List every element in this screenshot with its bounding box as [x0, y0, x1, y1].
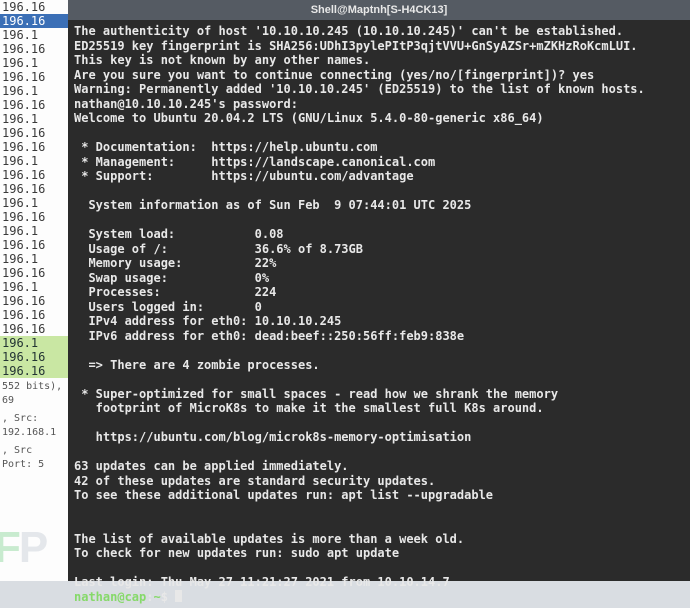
packet-row[interactable]: 196.16 — [0, 168, 68, 182]
terminal-line: Memory usage: 22% — [74, 256, 684, 271]
packet-row[interactable]: 196.1 — [0, 28, 68, 42]
prompt-line[interactable]: nathan@cap:~$ — [74, 590, 684, 605]
packet-row[interactable]: 196.16 — [0, 140, 68, 154]
packet-detail-line: , Src Port: 5 — [0, 442, 68, 474]
packet-row[interactable]: 196.1 — [0, 112, 68, 126]
packet-detail-line: 552 bits), 69 — [0, 378, 68, 410]
terminal-line: System information as of Sun Feb 9 07:44… — [74, 198, 684, 213]
packet-row[interactable]: 196.1 — [0, 224, 68, 238]
terminal-line: The authenticity of host '10.10.10.245 (… — [74, 24, 684, 39]
terminal-line: * Management: https://landscape.canonica… — [74, 155, 684, 170]
packet-row[interactable]: 196.16 — [0, 364, 68, 378]
terminal-line: Processes: 224 — [74, 285, 684, 300]
terminal-line: * Documentation: https://help.ubuntu.com — [74, 140, 684, 155]
packet-row[interactable]: 196.1 — [0, 196, 68, 210]
terminal-line: ED25519 key fingerprint is SHA256:UDhI3p… — [74, 39, 684, 54]
terminal-line: Are you sure you want to continue connec… — [74, 68, 684, 83]
prompt-user-host: nathan@cap — [74, 590, 146, 604]
terminal-line: nathan@10.10.10.245's password: — [74, 97, 684, 112]
terminal-body[interactable]: The authenticity of host '10.10.10.245 (… — [68, 20, 690, 608]
terminal-line: footprint of MicroK8s to make it the sma… — [74, 401, 684, 416]
terminal-line: To see these additional updates run: apt… — [74, 488, 684, 503]
packet-row[interactable]: 196.16 — [0, 210, 68, 224]
packet-row[interactable]: 196.1 — [0, 336, 68, 350]
terminal-line — [74, 213, 684, 228]
packet-row[interactable]: 196.16 — [0, 238, 68, 252]
terminal-line: Warning: Permanently added '10.10.10.245… — [74, 82, 684, 97]
terminal-line: Welcome to Ubuntu 20.04.2 LTS (GNU/Linux… — [74, 111, 684, 126]
packet-row[interactable]: 196.16 — [0, 14, 68, 28]
terminal-line: https://ubuntu.com/blog/microk8s-memory-… — [74, 430, 684, 445]
terminal-line: Swap usage: 0% — [74, 271, 684, 286]
terminal-line — [74, 517, 684, 532]
terminal-line: The list of available updates is more th… — [74, 532, 684, 547]
packet-row[interactable]: 196.1 — [0, 56, 68, 70]
terminal-window: Shell@Maptnh[S-H4CK13] The authenticity … — [68, 0, 690, 581]
packet-row[interactable]: 196.1 — [0, 252, 68, 266]
terminal-line: Users logged in: 0 — [74, 300, 684, 315]
packet-row[interactable]: 196.1 — [0, 154, 68, 168]
terminal-line: 63 updates can be applied immediately. — [74, 459, 684, 474]
terminal-line: Usage of /: 36.6% of 8.73GB — [74, 242, 684, 257]
packet-row[interactable]: 196.16 — [0, 266, 68, 280]
packet-row[interactable]: 196.16 — [0, 322, 68, 336]
terminal-line: System load: 0.08 — [74, 227, 684, 242]
prompt-path: ~ — [153, 590, 160, 604]
terminal-line: To check for new updates run: sudo apt u… — [74, 546, 684, 561]
terminal-line — [74, 561, 684, 576]
packet-row[interactable]: 196.16 — [0, 98, 68, 112]
terminal-line: This key is not known by any other names… — [74, 53, 684, 68]
packet-row[interactable]: 196.1 — [0, 84, 68, 98]
terminal-line — [74, 503, 684, 518]
terminal-line — [74, 343, 684, 358]
terminal-line: => There are 4 zombie processes. — [74, 358, 684, 373]
packet-row[interactable]: 196.16 — [0, 182, 68, 196]
terminal-line — [74, 416, 684, 431]
terminal-line: 42 of these updates are standard securit… — [74, 474, 684, 489]
terminal-line — [74, 445, 684, 460]
cursor — [175, 590, 182, 602]
packet-row[interactable]: 196.16 — [0, 70, 68, 84]
terminal-line — [74, 126, 684, 141]
terminal-line: * Super-optimized for small spaces - rea… — [74, 387, 684, 402]
packet-row[interactable]: 196.1 — [0, 280, 68, 294]
packet-row[interactable]: 196.16 — [0, 126, 68, 140]
terminal-line: IPv6 address for eth0: dead:beef::250:56… — [74, 329, 684, 344]
packet-row[interactable]: 196.16 — [0, 0, 68, 14]
terminal-line: * Support: https://ubuntu.com/advantage — [74, 169, 684, 184]
packet-row[interactable]: 196.16 — [0, 294, 68, 308]
packet-detail-line: , Src: 192.168.1 — [0, 410, 68, 442]
packet-row[interactable]: 196.16 — [0, 350, 68, 364]
terminal-line — [74, 372, 684, 387]
terminal-line: IPv4 address for eth0: 10.10.10.245 — [74, 314, 684, 329]
packet-row[interactable]: 196.16 — [0, 42, 68, 56]
terminal-line: Last login: Thu May 27 11:21:27 2021 fro… — [74, 575, 684, 590]
packet-list-column: 196.16196.16196.1196.16196.1196.16196.11… — [0, 0, 68, 581]
terminal-title: Shell@Maptnh[S-H4CK13] — [68, 0, 690, 20]
packet-row[interactable]: 196.16 — [0, 308, 68, 322]
terminal-line — [74, 184, 684, 199]
